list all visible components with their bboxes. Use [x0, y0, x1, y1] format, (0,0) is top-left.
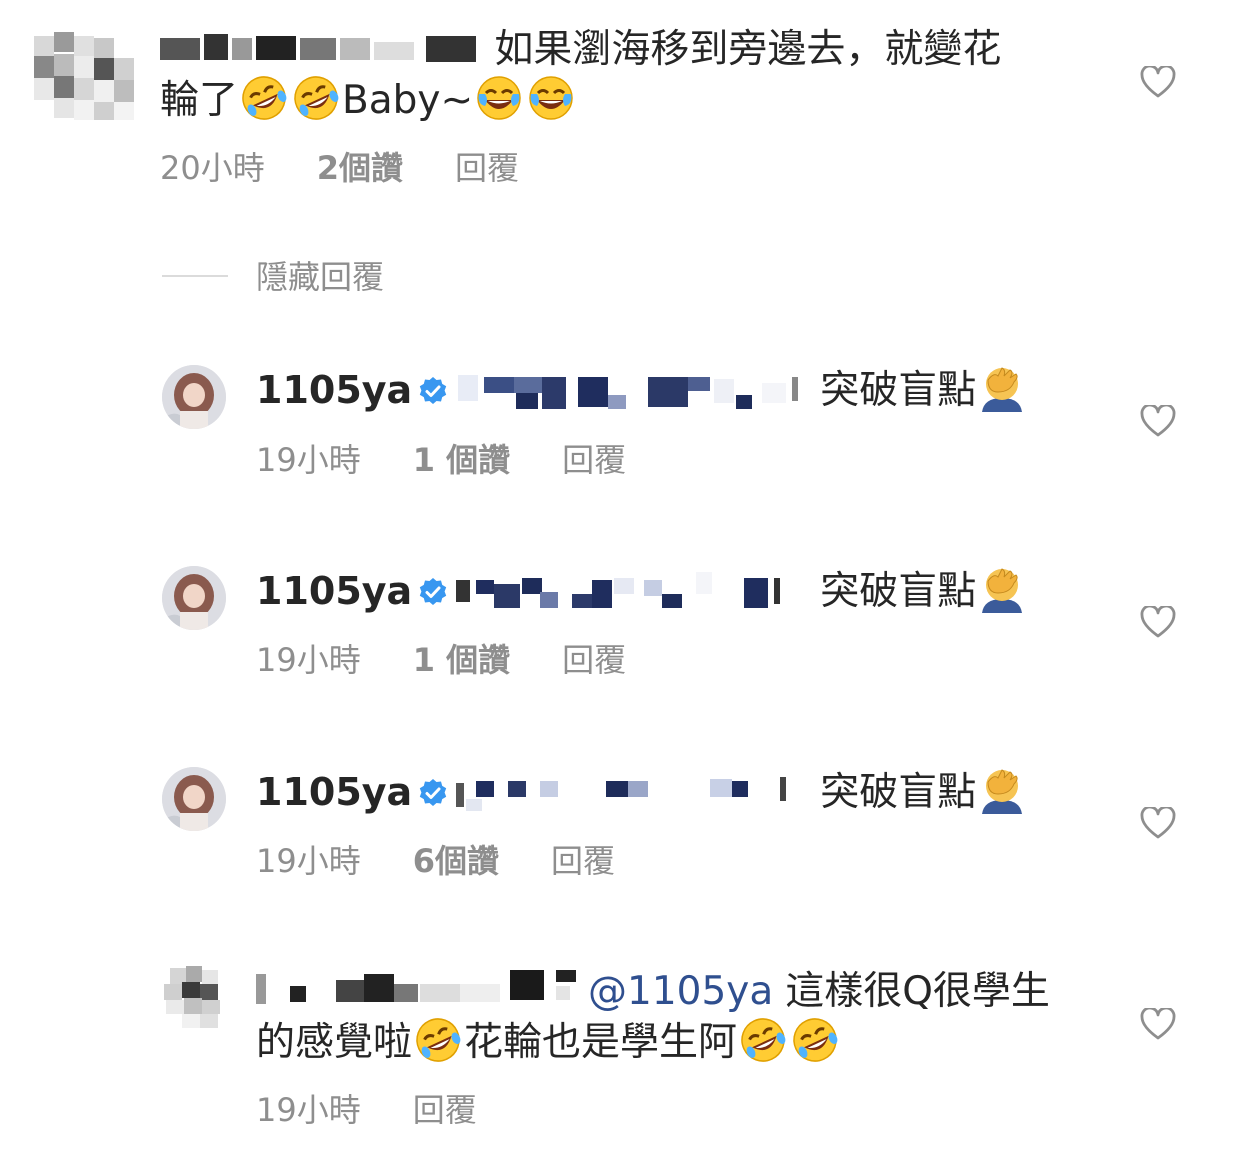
reply-text: 突破盲點	[820, 770, 977, 815]
replies-divider	[162, 275, 228, 277]
comment-body: 如果瀏海移到旁邊去，就變花	[160, 26, 1001, 74]
tears-of-joy-emoji	[475, 74, 523, 122]
like-count[interactable]: 2個讚	[317, 149, 403, 187]
reply-button[interactable]: 回覆	[455, 149, 519, 187]
comment-text: 如果瀏海移到旁邊去，就變花	[494, 27, 1002, 72]
verified-badge-icon	[418, 376, 448, 406]
censored-mention[interactable]	[456, 771, 806, 811]
hide-replies-button[interactable]: 隱藏回覆	[256, 257, 384, 297]
reply-time[interactable]: 19小時	[256, 1091, 361, 1129]
like-heart-icon[interactable]	[1140, 606, 1176, 638]
like-count[interactable]: 6個讚	[413, 842, 499, 880]
reply-username[interactable]: 1105ya	[256, 770, 412, 814]
reply-text: 突破盲點	[820, 569, 977, 614]
tears-of-joy-emoji	[527, 74, 575, 122]
avatar[interactable]	[162, 365, 226, 429]
facepalm-emoji	[978, 364, 1026, 412]
reply-username[interactable]: 1105ya	[256, 569, 412, 613]
reply-time[interactable]: 19小時	[256, 842, 361, 880]
comment-time[interactable]: 20小時	[160, 149, 265, 187]
facepalm-emoji	[978, 565, 1026, 613]
like-count[interactable]: 1 個讚	[413, 441, 510, 479]
reply-body: @1105ya 這樣很Q很學生	[256, 968, 1050, 1016]
reply-button[interactable]: 回覆	[562, 641, 626, 679]
like-count[interactable]: 1 個讚	[413, 641, 510, 679]
reply-text: 這樣很Q很學生	[785, 969, 1050, 1014]
reply-body: 1105ya 突破盲點	[256, 766, 1028, 817]
verified-badge-icon	[418, 778, 448, 808]
reply-text-line2: 的感覺啦 花輪也是學生阿	[256, 1016, 841, 1067]
mention-link[interactable]: @1105ya	[588, 969, 773, 1014]
like-heart-icon[interactable]	[1140, 1008, 1176, 1040]
avatar[interactable]	[162, 566, 226, 630]
avatar[interactable]	[162, 966, 226, 1030]
avatar[interactable]	[162, 767, 226, 831]
comment-text-line2: 輪了 Baby~	[160, 74, 577, 125]
verified-badge-icon	[418, 577, 448, 607]
rolling-laughing-emoji	[240, 74, 288, 122]
reply-username[interactable]: 1105ya	[256, 368, 412, 412]
comment-meta: 20小時 2個讚 回覆	[160, 148, 519, 188]
reply-button[interactable]: 回覆	[551, 842, 615, 880]
rolling-laughing-emoji	[292, 74, 340, 122]
reply-time[interactable]: 19小時	[256, 641, 361, 679]
reply-button[interactable]: 回覆	[413, 1091, 477, 1129]
censored-username[interactable]	[256, 970, 582, 1010]
reply-meta: 19小時 回覆	[256, 1090, 477, 1130]
reply-text: 突破盲點	[820, 368, 977, 413]
reply-time[interactable]: 19小時	[256, 441, 361, 479]
reply-body: 1105ya 突破盲點	[256, 364, 1028, 415]
censored-mention[interactable]	[456, 570, 806, 610]
reply-meta: 19小時 6個讚 回覆	[256, 841, 615, 881]
avatar[interactable]	[34, 32, 138, 120]
rolling-laughing-emoji	[739, 1016, 787, 1064]
rolling-laughing-emoji	[791, 1016, 839, 1064]
reply-body: 1105ya 突破盲點	[256, 565, 1028, 616]
reply-meta: 19小時 1 個讚 回覆	[256, 440, 626, 480]
like-heart-icon[interactable]	[1140, 405, 1176, 437]
censored-username[interactable]	[160, 28, 482, 68]
like-heart-icon[interactable]	[1140, 66, 1176, 98]
reply-button[interactable]: 回覆	[562, 441, 626, 479]
facepalm-emoji	[978, 766, 1026, 814]
reply-meta: 19小時 1 個讚 回覆	[256, 640, 626, 680]
rolling-laughing-emoji	[414, 1016, 462, 1064]
like-heart-icon[interactable]	[1140, 807, 1176, 839]
censored-mention[interactable]	[456, 369, 806, 409]
